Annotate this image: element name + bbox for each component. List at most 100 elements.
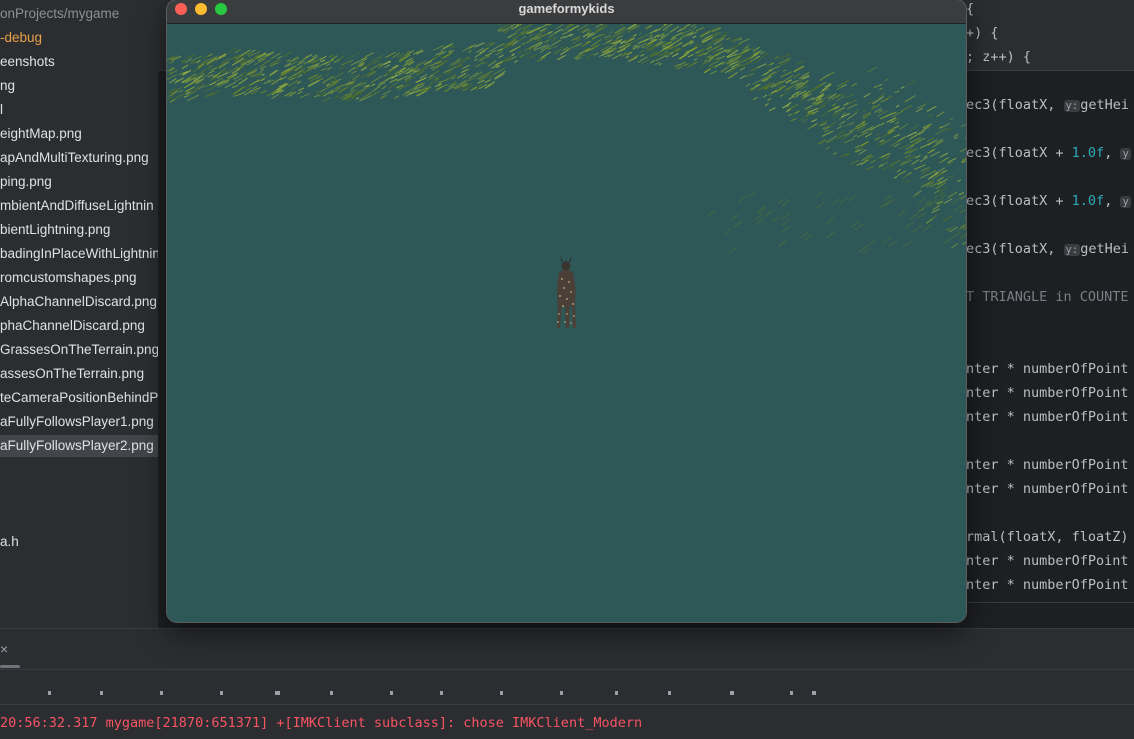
tree-item[interactable]: teCameraPositionBehindP	[0, 387, 158, 409]
grass-blade	[430, 65, 436, 69]
grass-blade	[415, 77, 427, 83]
grass-blade	[749, 57, 757, 63]
grass-blade	[879, 202, 888, 210]
tree-item[interactable]: badingInPlaceWithLightnin	[0, 243, 158, 265]
tree-item[interactable]: AlphaChannelDiscard.png	[0, 291, 158, 313]
game-window[interactable]: gameformykids	[167, 0, 966, 622]
grass-blade	[584, 35, 592, 40]
grass-blade	[693, 44, 698, 47]
grass-blade	[729, 214, 739, 222]
grass-blade	[339, 86, 349, 93]
grass-blade	[374, 85, 381, 90]
tree-item[interactable]: GrassesOnTheTerrain.png	[0, 339, 158, 361]
tree-item[interactable]: apAndMultiTexturing.png	[0, 147, 158, 169]
grass-blade	[515, 27, 523, 33]
grass-blade	[909, 132, 921, 140]
grass-blade	[781, 218, 791, 226]
tree-item[interactable]: eenshots	[0, 51, 158, 73]
grass-blade	[298, 87, 305, 91]
tree-item[interactable]	[0, 507, 158, 529]
tree-item[interactable]: onProjects/mygame	[0, 3, 158, 25]
grass-blade	[667, 48, 677, 56]
grass-blade	[933, 191, 945, 199]
code-token: getHei	[1080, 97, 1129, 113]
grass-blade	[781, 212, 790, 220]
tree-item[interactable]: romcustomshapes.png	[0, 267, 158, 289]
grass-blade	[904, 180, 911, 184]
tree-item[interactable]: aFullyFollowsPlayer2.png	[0, 435, 158, 457]
grass-blade	[468, 50, 473, 54]
grass-blade	[679, 54, 687, 60]
tree-item[interactable]: a.h	[0, 531, 158, 553]
parameter-hint: y	[1120, 196, 1131, 208]
tree-item[interactable]: aFullyFollowsPlayer1.png	[0, 411, 158, 433]
grass-blade	[185, 86, 196, 93]
grass-blade	[729, 65, 740, 73]
grass-blade	[657, 24, 669, 31]
code-line: nter * numberOfPoint	[966, 481, 1129, 497]
code-line: ec3(floatX + 1.0f, y	[966, 141, 1134, 165]
grass-blade	[260, 68, 265, 72]
tree-item[interactable]: bientLightning.png	[0, 219, 158, 241]
tree-item[interactable]: eightMap.png	[0, 123, 158, 145]
grass-blade	[876, 110, 888, 117]
tree-item[interactable]: assesOnTheTerrain.png	[0, 363, 158, 385]
grass-blade	[959, 148, 966, 153]
grass-blade	[303, 66, 315, 74]
grass-blade	[847, 194, 857, 202]
close-icon[interactable]: ×	[0, 641, 12, 657]
window-titlebar[interactable]: gameformykids	[167, 0, 966, 24]
grass-blade	[884, 78, 889, 82]
grass-blade	[381, 85, 387, 90]
tree-item[interactable]: -debug	[0, 27, 158, 49]
grass-blade	[894, 121, 900, 125]
grass-blade	[714, 50, 725, 57]
grass-blade	[233, 94, 237, 97]
grass-blade	[788, 95, 795, 100]
grass-blade	[849, 159, 860, 166]
grass-blade	[799, 98, 805, 102]
grass-blade	[780, 90, 790, 98]
grass-blade	[909, 212, 919, 220]
grass-blade	[246, 52, 252, 56]
grass-blade	[450, 45, 455, 49]
tree-item[interactable]: phaChannelDiscard.png	[0, 315, 158, 337]
code-line: nter * numberOfPoint	[966, 577, 1129, 593]
grass-blade	[388, 82, 398, 89]
grass-blade	[750, 51, 761, 59]
grass-blade	[900, 85, 905, 89]
grass-blade	[768, 107, 776, 112]
grass-blade	[755, 218, 764, 225]
tree-item[interactable]: l	[0, 99, 158, 121]
tree-item[interactable]: ng	[0, 75, 158, 97]
grass-blade	[959, 234, 966, 239]
grass-blade	[196, 59, 201, 64]
grass-blade	[544, 39, 549, 44]
grass-terrain	[167, 24, 966, 255]
grass-blade	[692, 26, 697, 30]
grass-blade	[959, 209, 966, 214]
grass-blade	[914, 155, 921, 159]
tree-item[interactable]: ping.png	[0, 171, 158, 193]
game-viewport[interactable]	[167, 24, 966, 622]
grass-blade	[899, 159, 912, 167]
editor-horizontal-scrollbar[interactable]	[966, 602, 1134, 629]
tree-item[interactable]	[0, 483, 158, 505]
grass-blade	[326, 63, 331, 67]
grass-blade	[234, 77, 243, 83]
grass-blade	[931, 170, 937, 173]
grass-blade	[928, 114, 933, 117]
grass-blade	[839, 107, 845, 111]
grass-blade	[826, 121, 837, 128]
tree-item[interactable]: mbientAndDiffuseLightnin	[0, 195, 158, 217]
tree-item[interactable]	[0, 459, 158, 481]
grass-blade	[509, 45, 522, 53]
grass-blade	[687, 53, 694, 58]
grass-blade	[305, 54, 313, 58]
grass-blade	[796, 59, 805, 65]
grass-blade	[799, 231, 809, 239]
grass-blade	[782, 74, 794, 83]
grass-blade	[828, 138, 835, 144]
grass-blade	[638, 34, 649, 40]
grass-blade	[846, 103, 858, 110]
